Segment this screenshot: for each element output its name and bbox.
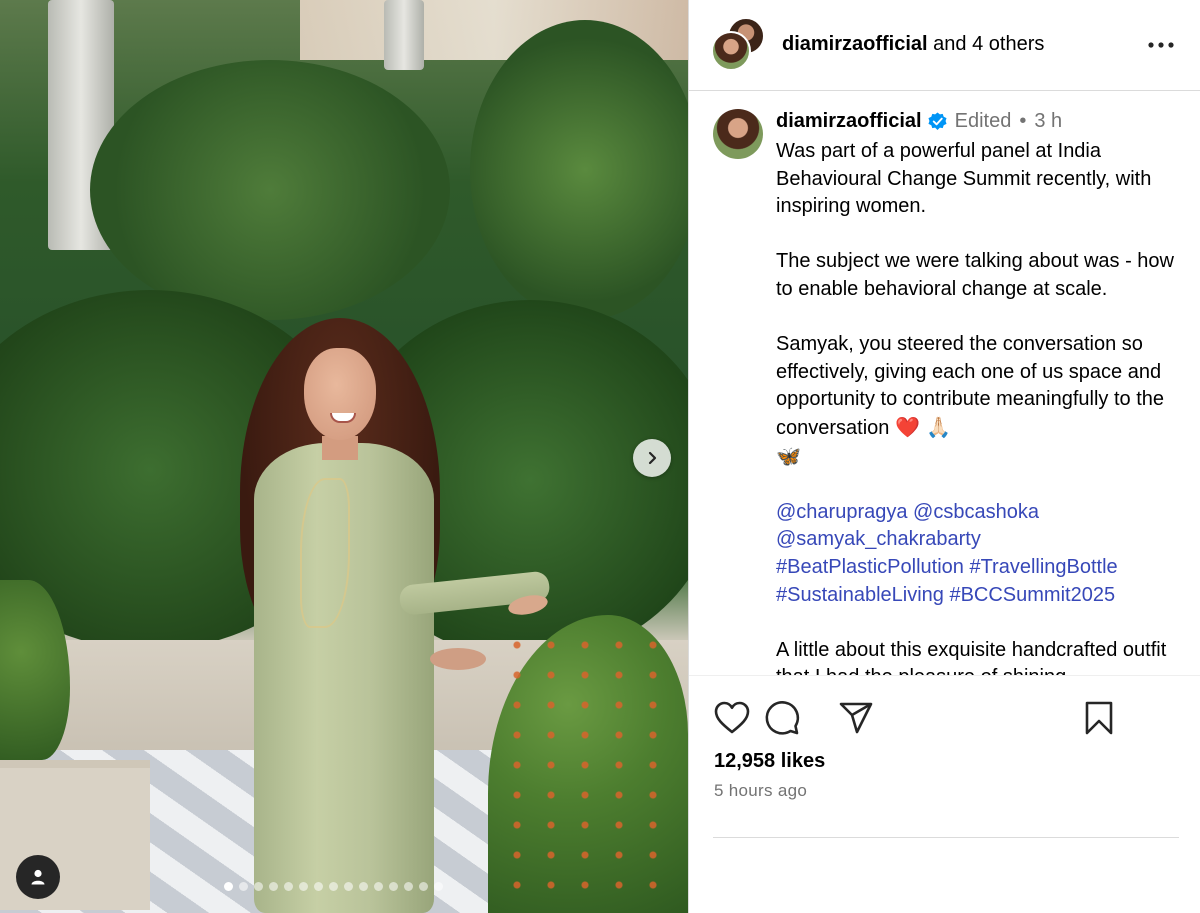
tagged-users-button[interactable]	[16, 855, 60, 899]
carousel-dot	[329, 882, 338, 891]
divider	[713, 837, 1179, 838]
send-icon	[839, 702, 873, 734]
likes-count[interactable]: 12,958 likes	[714, 750, 825, 773]
background-pillar	[384, 0, 424, 70]
post-header: diamirzaofficial and 4 others	[689, 0, 1200, 91]
carousel-dot	[239, 882, 248, 891]
carousel-dot	[374, 882, 383, 891]
embroidery	[300, 478, 350, 628]
post-actions: 12,958 likes 5 hours ago	[689, 675, 1200, 913]
mention-links[interactable]: @charupragya @csbcashoka	[776, 501, 1039, 523]
face	[304, 348, 376, 440]
carousel-dot	[389, 882, 398, 891]
carousel-dot	[314, 882, 323, 891]
post-details-panel: diamirzaofficial and 4 others diamirzaof…	[688, 0, 1200, 913]
background-foliage	[470, 20, 688, 320]
caption-emojis: ❤️ 🙏🏻	[894, 414, 952, 439]
chevron-right-icon	[648, 451, 657, 465]
username-link[interactable]: diamirzaofficial	[776, 110, 922, 133]
more-options-icon	[1148, 42, 1174, 48]
comment-button[interactable]	[762, 698, 802, 738]
user-icon	[31, 869, 45, 885]
caption-text: Was part of a powerful panel at India Be…	[776, 138, 1176, 675]
caption-links: @charupragya @csbcashoka @samyak_chakrab…	[776, 499, 1176, 609]
person-figure	[240, 318, 560, 913]
carousel-dot	[434, 882, 443, 891]
heart-icon	[714, 701, 750, 734]
carousel-dot	[419, 882, 428, 891]
post-time[interactable]: 3 h	[1034, 110, 1062, 133]
caption-paragraph: Samyak, you steered the conversation so …	[776, 333, 1165, 439]
post-authors: diamirzaofficial and 4 others	[782, 33, 1044, 56]
background-foliage	[90, 60, 450, 320]
separator: •	[1019, 110, 1027, 132]
carousel-dot	[284, 882, 293, 891]
avatar[interactable]	[711, 31, 751, 71]
edited-label: Edited	[954, 110, 1012, 132]
share-button[interactable]	[836, 698, 876, 738]
hashtag-links[interactable]: #BeatPlasticPollution #TravellingBottle	[776, 556, 1118, 578]
caption-paragraph: The subject we were talking about was - …	[776, 250, 1174, 300]
coauthor-avatars[interactable]	[711, 17, 767, 73]
post-media[interactable]	[0, 0, 688, 913]
caption-paragraph-with-emoji: Samyak, you steered the conversation so …	[776, 331, 1176, 471]
verified-badge-icon	[928, 112, 947, 131]
post-timestamp[interactable]: 5 hours ago	[714, 781, 807, 801]
carousel-indicator	[224, 882, 443, 891]
next-media-button[interactable]	[633, 439, 671, 477]
hashtag-links[interactable]: #SustainableLiving #BCCSummit2025	[776, 584, 1115, 606]
like-button[interactable]	[712, 698, 752, 738]
carousel-dot	[269, 882, 278, 891]
carousel-dot	[299, 882, 308, 891]
comment-icon	[765, 701, 800, 735]
carousel-dot	[224, 882, 233, 891]
carousel-dot	[404, 882, 413, 891]
caption-emoji: 🦋	[776, 443, 801, 468]
coauthors-link[interactable]: and 4 others	[933, 33, 1044, 55]
carousel-dot	[254, 882, 263, 891]
username-link[interactable]: diamirzaofficial	[782, 33, 928, 55]
carousel-dot	[344, 882, 353, 891]
bookmark-icon	[1085, 701, 1113, 735]
mention-link[interactable]: @samyak_chakrabarty	[776, 528, 981, 550]
caption-section: diamirzaofficial Edited • 3 h Was part o…	[689, 92, 1200, 675]
caption-paragraph: Was part of a powerful panel at India Be…	[776, 140, 1152, 218]
avatar[interactable]	[713, 109, 763, 159]
caption-paragraph: A little about this exquisite handcrafte…	[776, 638, 1167, 675]
caption-header: diamirzaofficial Edited • 3 h	[776, 110, 1062, 133]
carousel-dot	[359, 882, 368, 891]
hand	[430, 648, 486, 670]
more-options-button[interactable]	[1145, 30, 1177, 60]
save-button[interactable]	[1079, 698, 1119, 738]
